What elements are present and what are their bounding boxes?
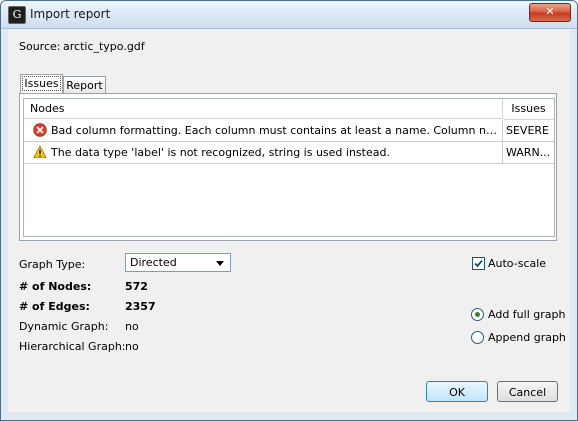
title-bar: G Import report ✕ <box>1 1 577 29</box>
issues-panel: Nodes Issues Bad column formatting. Each… <box>19 93 557 241</box>
dynamic-graph-label: Dynamic Graph: <box>19 320 109 333</box>
issue-message: The data type 'label' is not recognized,… <box>51 146 390 159</box>
dynamic-graph-value: no <box>125 320 139 333</box>
issue-level: SEVERE <box>506 124 550 137</box>
column-header-issues[interactable]: Issues <box>503 99 554 120</box>
import-report-dialog: G Import report ✕ Source: arctic_typo.gd… <box>0 0 578 421</box>
edges-count-label: # of Edges: <box>19 300 90 313</box>
table-row[interactable]: Bad column formatting. Each column must … <box>24 120 554 142</box>
hierarchical-graph-value: no <box>125 340 139 353</box>
window-title: Import report <box>30 7 111 21</box>
append-graph-radio[interactable] <box>471 331 484 344</box>
graph-type-select[interactable]: Directed <box>125 253 231 272</box>
issue-level: WARN... <box>506 146 551 159</box>
nodes-count-value: 572 <box>125 280 148 293</box>
tab-issues-label: Issues <box>22 76 61 91</box>
issue-message: Bad column formatting. Each column must … <box>51 124 499 137</box>
ok-button[interactable]: OK <box>426 381 488 402</box>
error-icon <box>33 123 47 137</box>
add-full-graph-label[interactable]: Add full graph <box>488 308 565 321</box>
append-graph-label[interactable]: Append graph <box>488 331 566 344</box>
source-label: Source: <box>19 40 61 53</box>
table-row[interactable]: The data type 'label' is not recognized,… <box>24 142 554 164</box>
add-full-graph-radio[interactable] <box>471 308 484 321</box>
close-button[interactable]: ✕ <box>529 3 571 22</box>
issues-table: Nodes Issues Bad column formatting. Each… <box>23 98 555 237</box>
tab-report[interactable]: Report <box>63 76 106 94</box>
dialog-content: Source: arctic_typo.gdf Issues Report No… <box>8 29 570 412</box>
hierarchical-graph-label: Hierarchical Graph: <box>19 340 126 353</box>
issue-message-cell: Bad column formatting. Each column must … <box>24 120 503 141</box>
checkmark-icon <box>474 259 483 268</box>
graph-type-value: Directed <box>130 256 177 269</box>
cancel-button[interactable]: Cancel <box>497 381 558 402</box>
warning-icon <box>33 145 47 158</box>
graph-type-label: Graph Type: <box>19 258 86 271</box>
auto-scale-label[interactable]: Auto-scale <box>488 257 546 270</box>
source-filename: arctic_typo.gdf <box>63 40 145 53</box>
tab-issues[interactable]: Issues <box>20 74 63 94</box>
column-header-nodes[interactable]: Nodes <box>24 99 503 119</box>
nodes-count-label: # of Nodes: <box>19 280 92 293</box>
auto-scale-checkbox[interactable] <box>472 257 485 270</box>
radio-selected-dot <box>475 312 480 317</box>
issue-message-cell: The data type 'label' is not recognized,… <box>24 142 503 163</box>
gephi-app-icon: G <box>8 6 26 24</box>
edges-count-value: 2357 <box>125 300 156 313</box>
chevron-down-icon <box>216 261 224 266</box>
